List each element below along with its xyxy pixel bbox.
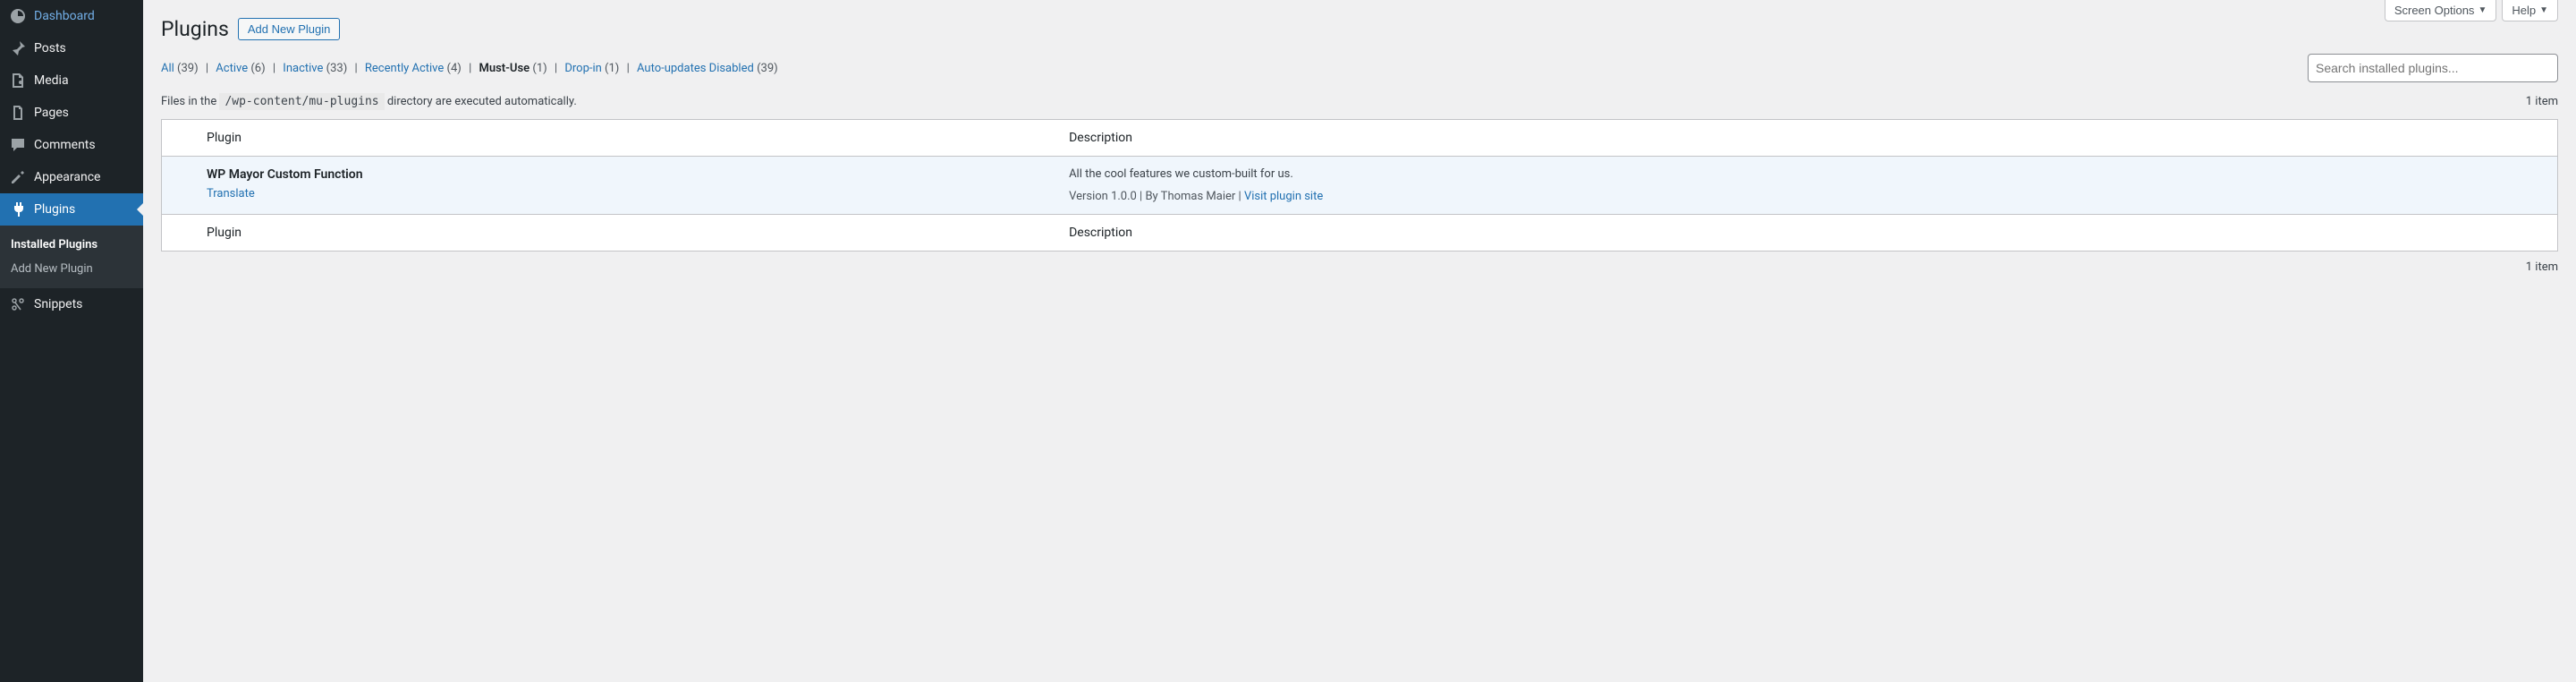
help-button[interactable]: Help ▼ bbox=[2502, 0, 2558, 21]
sidebar-label: Comments bbox=[34, 138, 96, 152]
plugin-description-cell: All the cool features we custom-built fo… bbox=[1060, 157, 2557, 214]
plugin-description: All the cool features we custom-built fo… bbox=[1069, 167, 2548, 181]
filter-all[interactable]: All bbox=[161, 62, 174, 75]
plugin-row: WP Mayor Custom Function Translate All t… bbox=[162, 157, 2557, 214]
help-label: Help bbox=[2512, 4, 2536, 17]
filter-all-count: (39) bbox=[177, 62, 199, 75]
media-icon bbox=[9, 72, 27, 90]
sidebar-item-plugins[interactable]: Plugins bbox=[0, 193, 143, 226]
col-checkbox-footer bbox=[162, 214, 198, 251]
filter-recently-active-count: (4) bbox=[447, 62, 462, 75]
filter-active-count: (6) bbox=[250, 62, 265, 75]
sidebar-item-media[interactable]: Media bbox=[0, 64, 143, 97]
sidebar-label: Media bbox=[34, 73, 69, 88]
mu-plugins-info: Files in the /wp-content/mu-plugins dire… bbox=[161, 95, 577, 108]
mu-plugins-path: /wp-content/mu-plugins bbox=[219, 93, 384, 110]
col-description-footer: Description bbox=[1060, 214, 2557, 251]
plugin-name-cell: WP Mayor Custom Function Translate bbox=[198, 157, 1060, 214]
filter-auto-updates-disabled[interactable]: Auto-updates Disabled bbox=[637, 62, 754, 75]
submenu-add-new-plugin[interactable]: Add New Plugin bbox=[0, 257, 143, 281]
plugins-icon bbox=[9, 200, 27, 218]
info-prefix: Files in the bbox=[161, 95, 219, 108]
sidebar-item-appearance[interactable]: Appearance bbox=[0, 161, 143, 193]
sidebar-item-pages[interactable]: Pages bbox=[0, 97, 143, 129]
filter-must-use[interactable]: Must-Use bbox=[479, 62, 530, 75]
filter-inactive-count: (33) bbox=[326, 62, 348, 75]
sidebar-item-dashboard[interactable]: Dashboard bbox=[0, 0, 143, 32]
sidebar-submenu: Installed Plugins Add New Plugin bbox=[0, 226, 143, 288]
sidebar-item-comments[interactable]: Comments bbox=[0, 129, 143, 161]
pages-icon bbox=[9, 104, 27, 122]
filter-drop-in[interactable]: Drop-in bbox=[564, 62, 601, 75]
info-row: Files in the /wp-content/mu-plugins dire… bbox=[161, 95, 2558, 108]
add-new-plugin-button[interactable]: Add New Plugin bbox=[238, 18, 341, 40]
col-description-header: Description bbox=[1060, 120, 2557, 157]
plugin-checkbox-cell bbox=[162, 157, 198, 214]
page-title: Plugins bbox=[161, 17, 229, 41]
sidebar-label: Dashboard bbox=[34, 9, 95, 23]
main-content: Screen Options ▼ Help ▼ Plugins Add New … bbox=[143, 0, 2576, 682]
col-checkbox-header bbox=[162, 120, 198, 157]
caret-down-icon: ▼ bbox=[2478, 5, 2487, 15]
search-plugins-input[interactable] bbox=[2308, 54, 2558, 82]
screen-options-button[interactable]: Screen Options ▼ bbox=[2385, 0, 2497, 21]
page-header: Plugins Add New Plugin bbox=[161, 9, 2558, 41]
dashboard-icon bbox=[9, 7, 27, 25]
item-count-top: 1 item bbox=[2526, 95, 2558, 108]
pin-icon bbox=[9, 39, 27, 57]
snippets-icon bbox=[9, 295, 27, 313]
filter-inactive[interactable]: Inactive bbox=[283, 62, 323, 75]
info-suffix: directory are executed automatically. bbox=[385, 95, 577, 108]
sidebar-label: Pages bbox=[34, 106, 69, 120]
sidebar-item-snippets[interactable]: Snippets bbox=[0, 288, 143, 320]
plugin-meta-text: Version 1.0.0 | By Thomas Maier | bbox=[1069, 190, 1244, 203]
plugin-name: WP Mayor Custom Function bbox=[207, 167, 1051, 182]
screen-options-label: Screen Options bbox=[2394, 4, 2475, 17]
comments-icon bbox=[9, 136, 27, 154]
admin-sidebar: Dashboard Posts Media Pages Comments App… bbox=[0, 0, 143, 682]
filter-must-use-count: (1) bbox=[532, 62, 547, 75]
filters-row: All (39) | Active (6) | Inactive (33) | … bbox=[161, 54, 2558, 82]
sidebar-label: Snippets bbox=[34, 297, 82, 311]
plugin-meta: Version 1.0.0 | By Thomas Maier | Visit … bbox=[1069, 190, 2548, 203]
submenu-installed-plugins[interactable]: Installed Plugins bbox=[0, 233, 143, 257]
sidebar-label: Posts bbox=[34, 41, 66, 55]
col-plugin-header: Plugin bbox=[198, 120, 1060, 157]
col-plugin-footer: Plugin bbox=[198, 214, 1060, 251]
plugins-table: Plugin Description WP Mayor Custom Funct… bbox=[161, 119, 2558, 251]
filter-recently-active[interactable]: Recently Active bbox=[365, 62, 444, 75]
sidebar-label: Plugins bbox=[34, 202, 75, 217]
caret-down-icon: ▼ bbox=[2539, 5, 2548, 15]
filter-auto-updates-disabled-count: (39) bbox=[757, 62, 778, 75]
sidebar-item-posts[interactable]: Posts bbox=[0, 32, 143, 64]
sidebar-label: Appearance bbox=[34, 170, 100, 184]
plugin-translate-link[interactable]: Translate bbox=[207, 187, 255, 200]
appearance-icon bbox=[9, 168, 27, 186]
item-count-bottom: 1 item bbox=[161, 260, 2558, 274]
filter-active[interactable]: Active bbox=[216, 62, 248, 75]
visit-plugin-site-link[interactable]: Visit plugin site bbox=[1244, 190, 1323, 203]
status-filters: All (39) | Active (6) | Inactive (33) | … bbox=[161, 62, 778, 75]
top-buttons: Screen Options ▼ Help ▼ bbox=[2385, 0, 2558, 21]
filter-drop-in-count: (1) bbox=[605, 62, 619, 75]
